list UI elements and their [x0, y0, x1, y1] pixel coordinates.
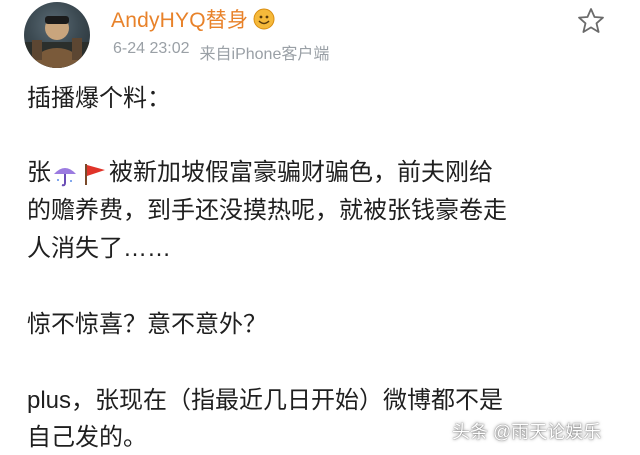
avatar[interactable]	[24, 2, 90, 68]
post-line-7: 自己发的。	[27, 424, 147, 451]
post-line-2-start: 张	[27, 159, 51, 186]
post-line-2: 张 被新加坡假富豪骗财骗色，前夫刚给	[27, 156, 493, 190]
avatar-photo-icon	[24, 16, 90, 68]
post-line-2-rest: 被新加坡假富豪骗财骗色，前夫刚给	[109, 159, 493, 186]
source: 来自iPhone客户端	[199, 46, 330, 63]
post-line-1: 插播爆个料：	[27, 85, 171, 112]
red-flag-icon	[85, 163, 105, 185]
post-meta: 6-24 23:02 来自iPhone客户端	[113, 40, 329, 64]
post-line-3: 的赡养费，到手还没摸热呢，就被张钱豪卷走	[27, 197, 507, 224]
post-line-6: plus，张现在（指最近几日开始）微博都不是	[27, 387, 504, 414]
post-line-4: 人消失了……	[27, 235, 171, 262]
verified-gold-badge-icon	[253, 8, 275, 30]
username[interactable]: AndyHYQ替身	[111, 4, 248, 34]
star-icon[interactable]	[576, 6, 606, 36]
post-line-5: 惊不惊喜？意不意外？	[27, 311, 267, 338]
umbrella-icon	[54, 167, 76, 186]
timestamp: 6-24 23:02	[113, 40, 190, 57]
username-row: AndyHYQ替身	[111, 4, 276, 34]
watermark: 头条 @雨天论娱乐	[452, 422, 602, 442]
